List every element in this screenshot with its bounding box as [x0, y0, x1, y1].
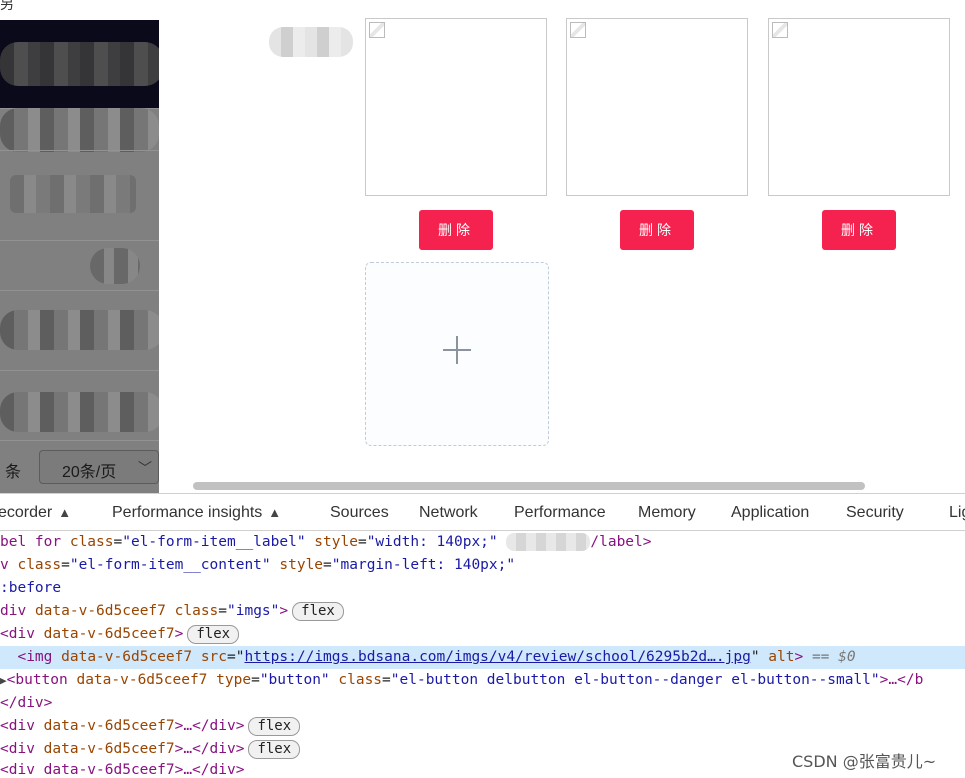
page-size-select[interactable]: 20条/页 ﹀ — [39, 450, 159, 484]
delete-button[interactable]: 删除 — [419, 210, 493, 250]
chevron-down-icon: ﹀ — [138, 460, 152, 476]
flex-badge[interactable]: flex — [248, 740, 301, 759]
dom-node-line[interactable]: <div data-v-6d5ceef7>…</div> flex — [0, 715, 965, 738]
dom-node-line[interactable]: <div data-v-6d5ceef7> flex — [0, 623, 965, 646]
csdn-watermark: CSDN @张富贵儿~ — [792, 752, 937, 771]
pager-total-label: 条 — [5, 464, 22, 481]
tab-application[interactable]: Application — [731, 504, 809, 522]
image-src-link[interactable]: https://imgs.bdsana.com/imgs/v4/review/s… — [244, 649, 750, 665]
broken-image-icon — [772, 22, 788, 38]
blurred-item — [90, 248, 140, 284]
blurred-item — [0, 310, 159, 350]
dom-node-line[interactable]: bel for class="el-form-item__label" styl… — [0, 531, 965, 554]
redacted-text — [506, 533, 591, 551]
tab-performance-insights[interactable]: Performance insights ▲ — [112, 504, 281, 522]
expand-triangle-icon[interactable]: ▶ — [0, 674, 7, 687]
form-main-area: 删除 删除 删除 — [159, 18, 965, 493]
broken-image-icon — [570, 22, 586, 38]
horizontal-scrollbar[interactable] — [193, 482, 865, 490]
image-thumbnail[interactable] — [566, 18, 748, 196]
tab-lighthouse[interactable]: Lig — [949, 504, 965, 522]
image-thumbnail[interactable] — [768, 18, 950, 196]
dom-node-line[interactable]: :before — [0, 577, 965, 600]
tab-sources[interactable]: Sources — [330, 504, 389, 522]
tab-network[interactable]: Network — [419, 504, 478, 522]
page-size-value: 20条/页 — [62, 464, 117, 481]
tab-recorder[interactable]: ecorder ▲ — [0, 504, 71, 522]
delete-button[interactable]: 删除 — [620, 210, 694, 250]
tab-performance[interactable]: Performance — [514, 504, 606, 522]
blurred-item — [10, 175, 136, 213]
flask-icon: ▲ — [268, 505, 282, 520]
blurred-item — [0, 108, 159, 152]
delete-button[interactable]: 删除 — [822, 210, 896, 250]
flex-badge[interactable]: flex — [187, 625, 240, 644]
image-thumbnail[interactable] — [365, 18, 547, 196]
dom-node-line[interactable]: v class="el-form-item__content" style="m… — [0, 554, 965, 577]
dom-node-line[interactable]: div data-v-6d5ceef7 class="imgs"> flex — [0, 600, 965, 623]
flask-icon: ▲ — [58, 505, 72, 520]
dom-node-line[interactable]: </div> — [0, 692, 965, 715]
tab-memory[interactable]: Memory — [638, 504, 696, 522]
dom-node-line[interactable]: ▶<button data-v-6d5ceef7 type="button" c… — [0, 669, 965, 692]
broken-image-icon — [369, 22, 385, 38]
upload-image-button[interactable] — [365, 262, 549, 446]
devtools-elements-panel: bel for class="el-form-item__label" styl… — [0, 531, 965, 778]
devtools-tab-bar: ecorder ▲ Performance insights ▲ Sources N… — [0, 493, 965, 531]
flex-badge[interactable]: flex — [248, 717, 301, 736]
blurred-item — [0, 392, 159, 432]
blurred-item — [0, 42, 159, 86]
form-item-label-blurred — [269, 27, 353, 57]
tab-security[interactable]: Security — [846, 504, 904, 522]
top-glyph: 另 — [0, 0, 14, 12]
dom-node-line-selected[interactable]: <img data-v-6d5ceef7 src="https://imgs.b… — [0, 646, 965, 669]
blurred-sidebar-panel: 条 20条/页 ﹀ — [0, 20, 159, 493]
flex-badge[interactable]: flex — [292, 602, 344, 621]
plus-icon — [456, 336, 458, 364]
